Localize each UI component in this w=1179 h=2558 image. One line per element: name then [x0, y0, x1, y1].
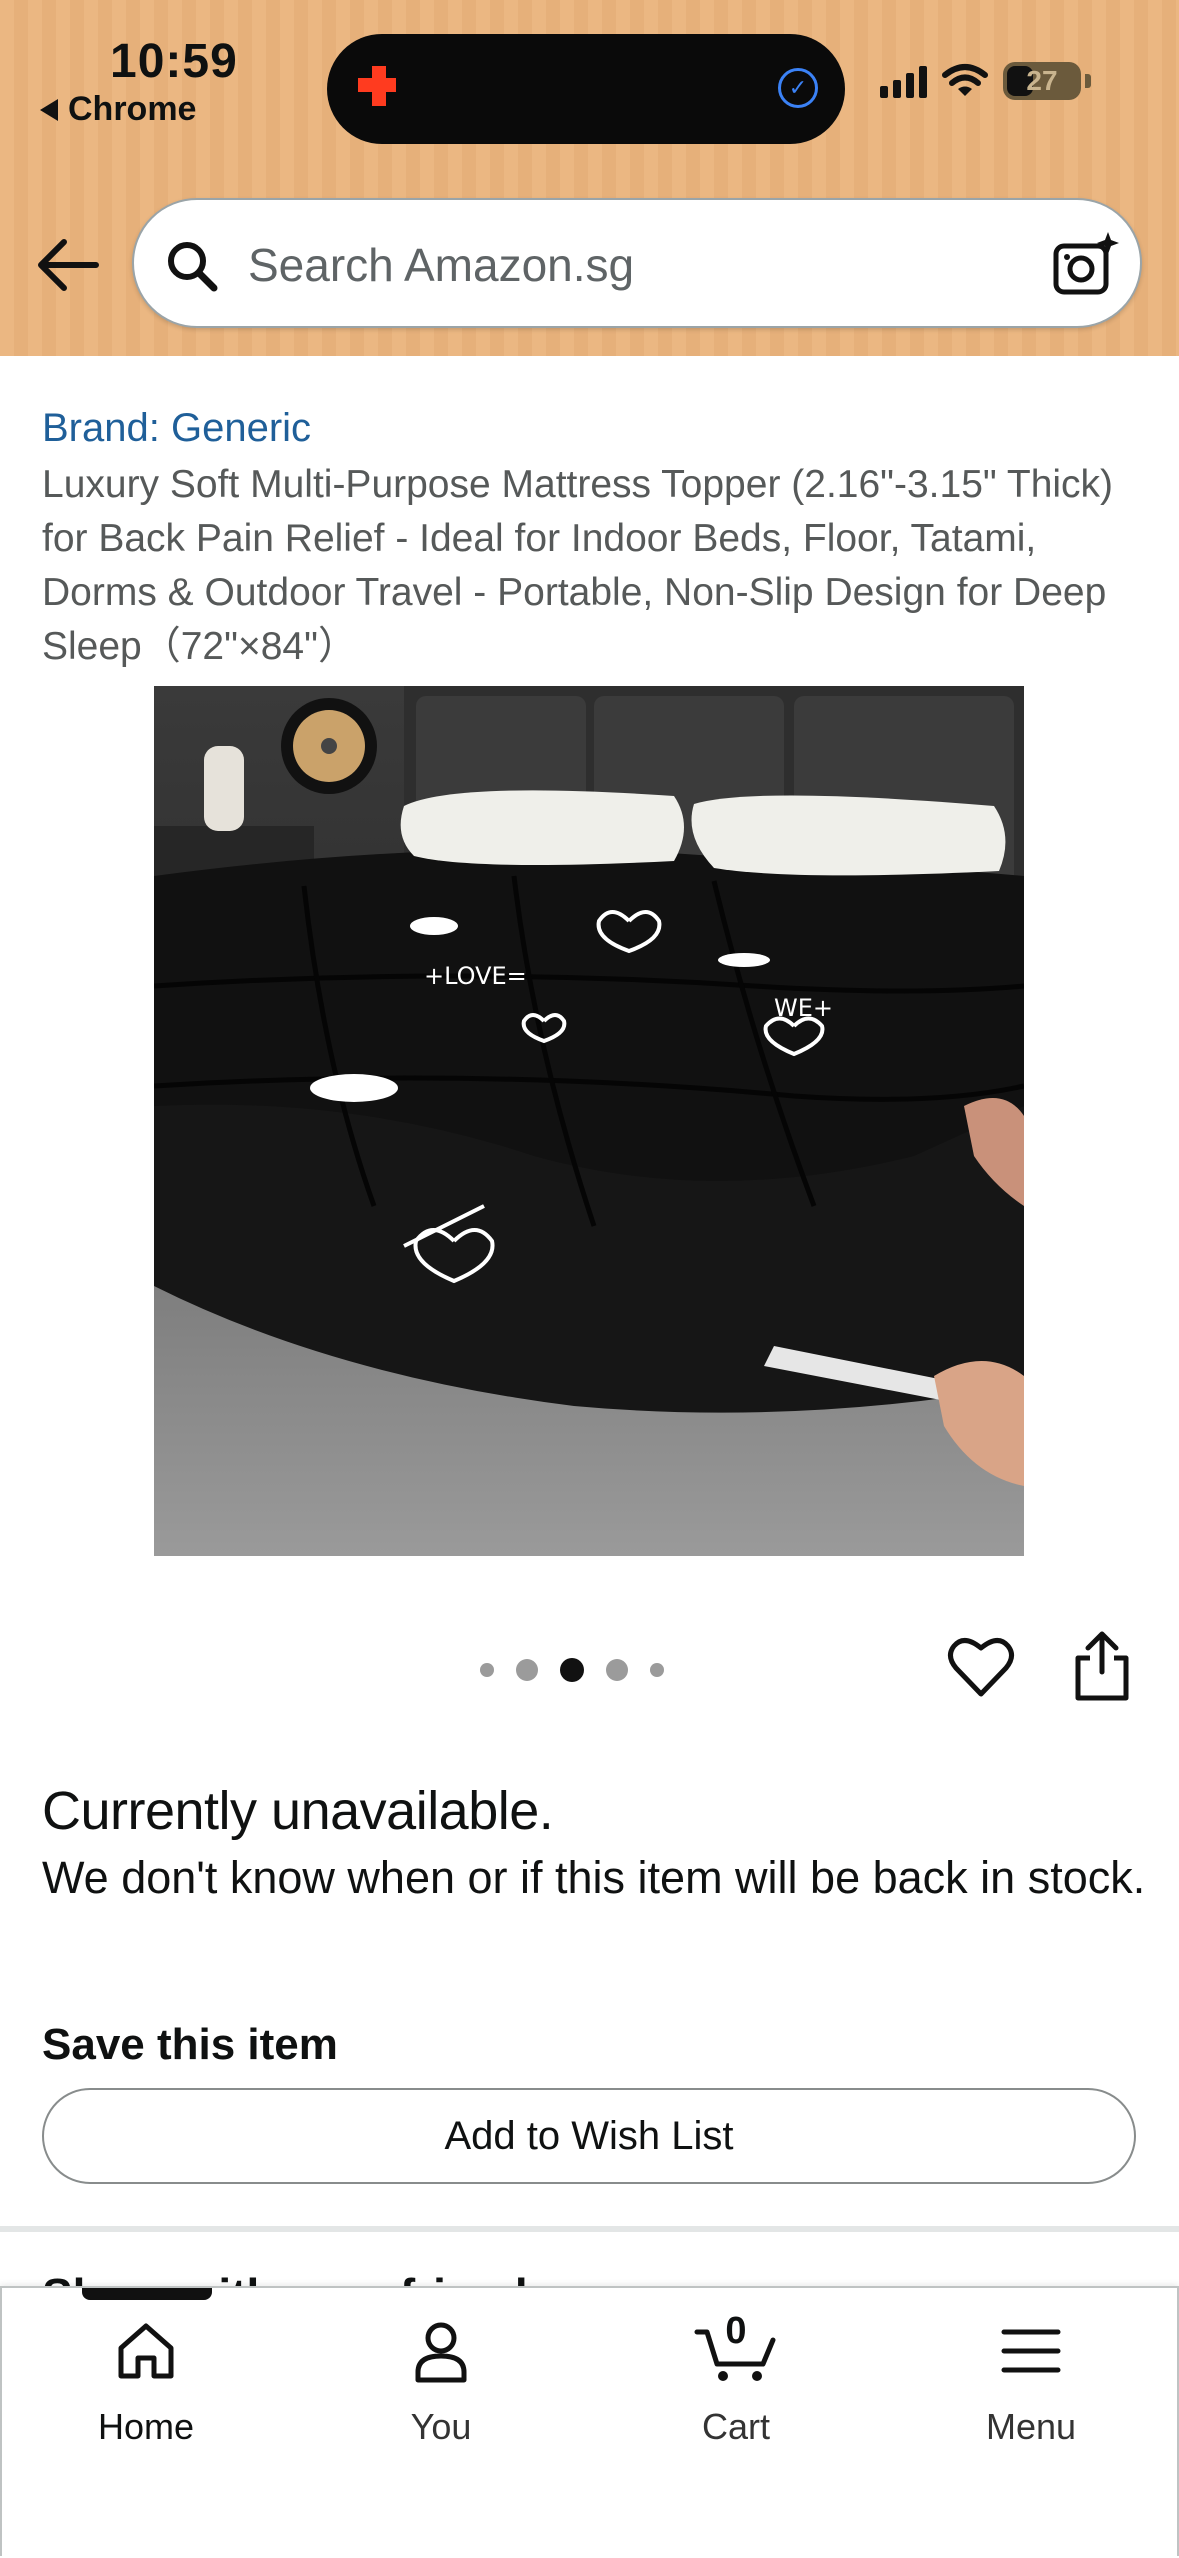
home-icon: [118, 2323, 174, 2379]
image-text-we: WE+: [774, 994, 833, 1022]
active-tab-indicator: [82, 2288, 212, 2300]
product-image[interactable]: +LOVE= WE+: [154, 686, 1024, 1556]
add-to-wish-list-button[interactable]: Add to Wish List: [42, 2088, 1136, 2184]
nav-menu-label: Menu: [985, 2406, 1077, 2447]
carousel-dot[interactable]: [516, 1659, 538, 1681]
back-triangle-icon: [40, 98, 58, 121]
save-item-heading: Save this item: [42, 2020, 338, 2069]
camera-search-icon[interactable]: [1050, 230, 1120, 300]
menu-icon: [1001, 2329, 1061, 2373]
carousel-dot[interactable]: [606, 1659, 628, 1681]
battery-level: 27: [1026, 65, 1058, 96]
status-indicators: 27: [880, 62, 1091, 100]
share-icon[interactable]: [1070, 1628, 1134, 1704]
mattress-topper-photo: +LOVE= WE+: [154, 686, 1024, 1556]
nav-menu[interactable]: Menu: [921, 2318, 1141, 2448]
search-icon: [168, 242, 218, 292]
check-circle-icon: ✓: [778, 68, 818, 108]
bottom-nav: Home You 0 Cart Menu: [0, 2286, 1179, 2558]
header: 10:59 Chrome ✓ 27: [0, 0, 1179, 356]
availability-heading: Currently unavailable.: [42, 1781, 554, 1841]
back-app-label: Chrome: [68, 90, 197, 128]
nav-cart[interactable]: 0 Cart: [626, 2310, 846, 2448]
image-carousel-dots[interactable]: [480, 1658, 664, 1682]
brand-link[interactable]: Brand: Generic: [42, 406, 311, 451]
nav-you[interactable]: You: [331, 2318, 551, 2448]
nav-border-left: [0, 2286, 2, 2556]
nav-cart-label: Cart: [701, 2406, 770, 2447]
search-input[interactable]: [246, 232, 990, 298]
app-activity-icon: [358, 66, 396, 106]
product-title: Luxury Soft Multi-Purpose Mattress Toppe…: [42, 463, 1114, 668]
status-time: 10:59: [110, 35, 238, 88]
carousel-dot-active[interactable]: [560, 1658, 584, 1682]
user-icon: [415, 2322, 467, 2383]
carousel-dot[interactable]: [480, 1663, 494, 1677]
cellular-signal-icon: [880, 64, 927, 98]
battery-icon: 27: [1003, 62, 1081, 100]
nav-home[interactable]: Home: [36, 2318, 256, 2448]
section-divider: [0, 2226, 1179, 2232]
heart-icon[interactable]: [946, 1632, 1016, 1702]
search-bar[interactable]: [132, 198, 1142, 328]
back-to-app-button[interactable]: Chrome: [40, 90, 196, 129]
availability-message: We don't know when or if this item will …: [42, 1852, 1146, 1903]
back-arrow-icon[interactable]: [34, 236, 100, 294]
carousel-dot[interactable]: [650, 1663, 664, 1677]
nav-home-label: Home: [97, 2406, 195, 2447]
dynamic-island: [327, 34, 845, 144]
battery-tip: [1085, 74, 1091, 88]
cart-count-badge: 0: [725, 2310, 747, 2352]
wifi-icon: [942, 64, 988, 96]
image-text-love: +LOVE=: [424, 962, 527, 990]
nav-you-label: You: [410, 2406, 472, 2447]
